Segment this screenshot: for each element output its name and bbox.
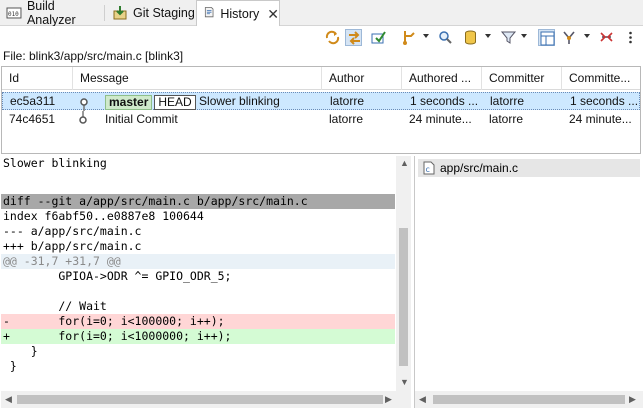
svg-text:010: 010 xyxy=(8,11,19,18)
scroll-down-icon[interactable]: ▼ xyxy=(400,377,409,387)
scroll-thumb[interactable] xyxy=(399,228,408,366)
scroll-left-icon[interactable]: ◀ xyxy=(5,394,12,405)
tab-git-staging[interactable]: Git Staging xyxy=(106,0,196,26)
merge-icon[interactable] xyxy=(561,29,578,46)
diff-line: - for(i=0; i<100000; i++); xyxy=(3,314,225,328)
commit-graph-node-icon xyxy=(80,98,88,111)
column-header-committer[interactable]: Committer xyxy=(482,67,562,90)
diff-line: } xyxy=(3,344,38,358)
table-row[interactable]: 74c4651 Initial Commit latorre 24 minute… xyxy=(2,111,640,129)
link-with-selection-icon[interactable] xyxy=(324,29,341,46)
scroll-thumb[interactable] xyxy=(433,395,625,404)
reset-icon[interactable] xyxy=(598,29,615,46)
view-menu-icon[interactable] xyxy=(622,29,639,46)
changed-file-name: app/src/main.c xyxy=(440,161,519,175)
chevron-down-icon[interactable] xyxy=(485,34,491,38)
chevron-down-icon[interactable] xyxy=(521,34,527,38)
diff-line: + for(i=0; i<1000000; i++); xyxy=(3,329,232,343)
commit-id: 74c4651 xyxy=(9,112,56,126)
close-icon[interactable]: ✕ xyxy=(267,6,279,23)
column-header-committed[interactable]: Committe... xyxy=(562,67,640,90)
files-horizontal-scrollbar[interactable]: ◀ ▶ xyxy=(415,391,643,408)
commit-id: ec5a311 xyxy=(10,94,56,108)
tab-label: Git Staging xyxy=(133,6,195,20)
commit-committed-date: 1 seconds ... xyxy=(570,94,639,108)
commit-committed-date: 24 minute... xyxy=(569,112,632,126)
scroll-right-icon[interactable]: ▶ xyxy=(629,394,636,405)
diff-line: diff --git a/app/src/main.c b/app/src/ma… xyxy=(3,194,308,208)
diff-line: +++ b/app/src/main.c xyxy=(3,239,142,253)
commit-graph-node-icon xyxy=(79,111,87,124)
changed-files-list: c app/src/main.c ◀ ▶ xyxy=(414,156,643,408)
diff-line: // Wait xyxy=(3,299,107,313)
commit-authored-date: 24 minute... xyxy=(409,112,472,126)
diff-line: --- a/app/src/main.c xyxy=(3,224,142,238)
column-header-authored[interactable]: Authored ... xyxy=(402,67,482,90)
commit-message: Initial Commit xyxy=(105,112,178,126)
show-all-icon[interactable] xyxy=(370,29,387,46)
chevron-down-icon[interactable] xyxy=(423,34,429,38)
commit-author: latorre xyxy=(329,112,364,126)
git-staging-icon xyxy=(112,5,128,21)
layout-icon[interactable] xyxy=(538,29,555,46)
diff-line: Slower blinking xyxy=(3,156,107,170)
commit-committer: latorre xyxy=(489,112,524,126)
head-badge: HEAD xyxy=(154,94,196,110)
table-header: Id Message Author Authored ... Committer… xyxy=(2,67,640,90)
scroll-left-icon[interactable]: ◀ xyxy=(419,394,426,405)
tab-separator xyxy=(104,5,105,21)
list-item[interactable]: c app/src/main.c xyxy=(418,159,640,177)
c-file-icon: c xyxy=(422,161,436,175)
tab-build-analyzer[interactable]: 010 Build Analyzer xyxy=(0,0,106,27)
table-row[interactable]: ec5a311 master HEAD Slower blinking lator… xyxy=(2,92,640,111)
diff-line: index f6abf50..e0887e8 100644 xyxy=(3,209,204,223)
diff-line: } xyxy=(3,359,17,373)
commit-authored-date: 1 seconds ... xyxy=(410,94,479,108)
scroll-thumb[interactable] xyxy=(17,395,383,404)
diff-line: @@ -31,7 +31,7 @@ xyxy=(3,254,121,268)
diff-line: GPIOA->ODR ^= GPIO_ODR_5; xyxy=(3,269,232,283)
commit-committer: latorre xyxy=(490,94,525,108)
branch-badge: master xyxy=(105,94,153,110)
compare-mode-icon[interactable] xyxy=(345,29,362,46)
commit-diff-viewer[interactable]: Slower blinking diff --git a/app/src/mai… xyxy=(1,156,411,408)
column-header-id[interactable]: Id xyxy=(2,67,73,90)
file-path-label: File: blink3/app/src/main.c [blink3] xyxy=(3,49,184,63)
column-header-author[interactable]: Author xyxy=(322,67,402,90)
view-tab-bar: 010 Build Analyzer Git Staging History ✕ xyxy=(0,0,643,27)
chevron-down-icon[interactable] xyxy=(584,34,590,38)
tab-label: History xyxy=(220,7,260,21)
history-icon xyxy=(203,6,215,22)
build-analyzer-icon: 010 xyxy=(6,5,22,21)
diff-horizontal-scrollbar[interactable]: ◀ ▶ xyxy=(1,391,411,408)
commit-history-table: Id Message Author Authored ... Committer… xyxy=(1,66,641,154)
tab-label: Build Analyzer xyxy=(26,0,76,27)
scroll-up-icon[interactable]: ▲ xyxy=(400,158,409,168)
filter-icon[interactable] xyxy=(500,29,517,46)
search-icon[interactable] xyxy=(437,29,454,46)
tab-history[interactable]: History ✕ xyxy=(196,0,280,27)
column-header-message[interactable]: Message xyxy=(73,67,322,90)
history-toolbar xyxy=(0,26,643,48)
diff-vertical-scrollbar[interactable]: ▲ ▼ xyxy=(396,156,411,391)
commit-author: latorre xyxy=(330,94,365,108)
svg-text:c: c xyxy=(426,165,430,174)
commit-message: Slower blinking xyxy=(199,94,280,108)
scroll-right-icon[interactable]: ▶ xyxy=(385,394,392,405)
repository-icon[interactable] xyxy=(462,29,479,46)
commit-message-cell: master HEAD Slower blinking xyxy=(99,93,323,111)
branch-filter-icon[interactable] xyxy=(401,29,418,46)
